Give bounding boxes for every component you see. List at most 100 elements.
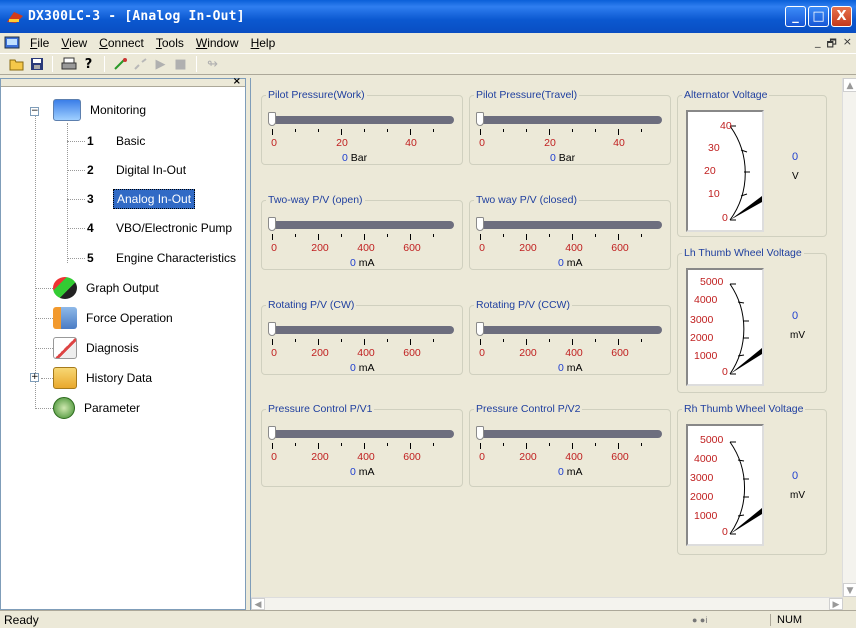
menu-tools[interactable]: Tools [150,36,190,50]
close-button[interactable]: X [831,6,852,27]
tree-item-diagnosis[interactable]: Diagnosis [53,337,142,359]
gauge-value: 0 [792,310,799,322]
scroll-right-icon[interactable]: ▶ [829,598,843,610]
tools-icon [53,307,77,329]
tree-item-vbo-electronic-pump[interactable]: 4 VBO/Electronic Pump [87,219,235,237]
gauge-lh-thumb-wheel-voltage: Lh Thumb Wheel Voltage 5000 4000 3000 20… [677,247,827,393]
tree-item-engine-characteristics[interactable]: 5 Engine Characteristics [87,249,239,267]
tree-item-monitoring[interactable]: Monitoring [53,99,149,121]
slider-thumb[interactable] [268,426,276,440]
slider-thumb[interactable] [476,322,484,336]
slider-track[interactable] [272,116,454,124]
slider-value: 0 Bar [550,152,576,164]
minimize-button[interactable]: _ [785,6,806,27]
tree-line [67,170,85,171]
tree-item-basic[interactable]: 1 Basic [87,132,148,150]
gauge-value: 0 [792,470,799,482]
mdi-minimize-button[interactable]: _ [815,35,821,54]
panel-grip[interactable]: × [1,76,245,87]
save-icon[interactable] [28,56,45,73]
toolbar-separator [196,56,197,72]
slider-thumb[interactable] [476,112,484,126]
tree-item-parameter[interactable]: Parameter [53,397,143,419]
play-icon[interactable]: ▶ [152,56,169,73]
slider-ticks [272,443,454,451]
menu-help[interactable]: Help [245,36,282,50]
mdi-restore-button[interactable]: 🗗 [826,35,836,54]
menu-file[interactable]: File [24,36,55,50]
slider-group-pressure-control-pv2: Pressure Control P/V2 0 200 400 600 0 mA [469,403,671,487]
mdi-close-button[interactable]: × [843,35,852,54]
slider-group-two-way-pv-closed: Two way P/V (closed) 0 200 400 600 0 mA [469,194,671,270]
toolbar-separator [104,56,105,72]
slider-thumb[interactable] [476,217,484,231]
scroll-up-icon[interactable]: ▲ [843,78,856,92]
slider-group-pilot-pressure-work: Pilot Pressure(Work) 0 20 40 0 Bar [261,89,463,165]
menu-view[interactable]: View [55,36,93,50]
app-icon [6,10,24,24]
disconnect-icon[interactable] [132,56,149,73]
tree-item-graph-output[interactable]: Graph Output [53,277,162,299]
scroll-down-icon[interactable]: ▼ [843,583,856,597]
tree-item-history-data[interactable]: History Data [53,367,155,389]
menu-connect[interactable]: Connect [93,36,150,50]
graph-icon [53,277,77,299]
slider-track[interactable] [480,221,662,229]
arrow-icon[interactable]: ↬ [204,56,221,73]
slider-ticks [272,339,454,347]
toolbar: ? ▶ ■ ↬ [0,53,856,75]
tree-line [35,348,53,349]
slider-thumb[interactable] [268,112,276,126]
gauge-rh-thumb-wheel-voltage: Rh Thumb Wheel Voltage 5000 4000 3000 20… [677,403,827,555]
gauge-face: 40 30 20 10 0 [686,110,764,232]
vertical-scrollbar[interactable]: ▲ ▼ [842,78,856,597]
slider-track[interactable] [480,116,662,124]
stop-icon[interactable]: ■ [172,56,189,73]
gauge-unit: mV [790,330,805,341]
monitor-icon [53,99,81,121]
slider-track[interactable] [272,430,454,438]
slider-track[interactable] [480,326,662,334]
menu-window[interactable]: Window [190,36,245,50]
analog-in-out-view: Pilot Pressure(Work) 0 20 40 0 Bar Pilot… [250,78,856,610]
help-icon[interactable]: ? [80,56,97,73]
tree-line [67,228,85,229]
gauge-face: 5000 4000 3000 2000 1000 0 [686,424,764,546]
slider-value: 0 mA [558,257,583,269]
slider-thumb[interactable] [476,426,484,440]
gauge-unit: mV [790,490,805,501]
print-icon[interactable] [60,56,77,73]
document-icon[interactable] [4,36,20,50]
status-bar: Ready ● ●i NUM [0,610,856,628]
slider-value: 0 mA [350,466,375,478]
scroll-left-icon[interactable]: ◀ [251,598,265,610]
panel-close-icon[interactable]: × [233,76,241,87]
tree-item-analog-in-out[interactable]: 3 Analog In-Out [87,189,196,209]
history-folder-icon [53,367,77,389]
horizontal-scrollbar[interactable]: ◀ ▶ [251,597,843,610]
collapse-monitoring-icon[interactable]: − [30,107,39,116]
open-icon[interactable] [8,56,25,73]
slider-ticks [480,339,662,347]
tree-line [67,123,68,263]
slider-thumb[interactable] [268,322,276,336]
slider-ticks [272,234,454,242]
slider-thumb[interactable] [268,217,276,231]
connect-icon[interactable] [112,56,129,73]
slider-track[interactable] [272,326,454,334]
slider-track[interactable] [272,221,454,229]
slider-ticks [480,443,662,451]
slider-track[interactable] [480,430,662,438]
toolbar-separator [52,56,53,72]
slider-value: 0 mA [558,362,583,374]
tree-item-force-operation[interactable]: Force Operation [53,307,176,329]
expand-history-data-icon[interactable]: + [30,373,39,382]
tree-line [35,288,53,289]
slider-value: 0 mA [350,362,375,374]
tree-item-digital-in-out[interactable]: 2 Digital In-Out [87,161,189,179]
title-bar[interactable]: DX300LC-3 - [Analog In-Out] _ □ X [0,0,856,33]
navigation-tree-panel: × − Monitoring 1 Basic 2 Digital In-Out … [0,76,246,610]
status-text: Ready [4,612,39,627]
maximize-button[interactable]: □ [808,6,829,27]
slider-ticks [272,129,454,137]
